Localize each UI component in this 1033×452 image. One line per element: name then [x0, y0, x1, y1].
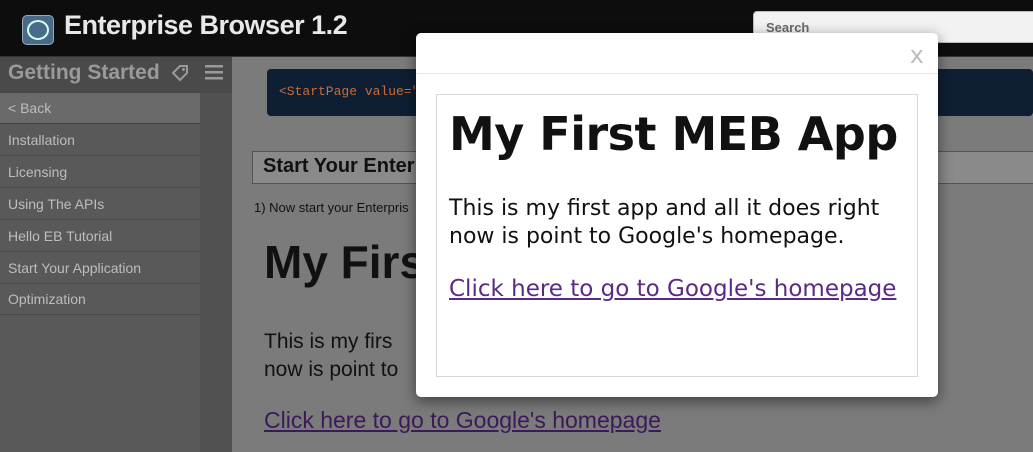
preview-frame: My First MEB App This is my first app an… [436, 94, 918, 377]
modal-header: x [416, 33, 938, 74]
sidebar-title: Getting Started [8, 61, 160, 84]
enterprise-browser-logo-icon [22, 15, 54, 45]
close-button[interactable]: x [910, 41, 924, 69]
sidebar-item-using-the-apis[interactable]: Using The APIs [0, 189, 200, 220]
code-snippet: <StartPage value="f [279, 84, 428, 99]
app-title: Enterprise Browser 1.2 [64, 10, 348, 40]
sidebar-gutter [200, 93, 232, 452]
background-heading: My Firs [264, 236, 426, 288]
hamburger-menu-icon[interactable] [205, 63, 223, 83]
sidebar-item-licensing[interactable]: Licensing [0, 157, 200, 188]
background-google-link[interactable]: Click here to go to Google's homepage [264, 407, 661, 434]
back-link[interactable]: < Back [0, 93, 200, 124]
step-text: 1) Now start your Enterpris [254, 200, 409, 215]
preview-modal: x My First MEB App This is my first app … [416, 33, 938, 397]
tag-icon[interactable] [170, 63, 190, 83]
google-homepage-link[interactable]: Click here to go to Google's homepage [449, 276, 896, 302]
sidebar-item-start-your-application[interactable]: Start Your Application [0, 253, 200, 284]
sidebar-item-installation[interactable]: Installation [0, 125, 200, 156]
preview-paragraph: This is my first app and all it does rig… [449, 196, 880, 249]
preview-heading: My First MEB App [449, 107, 898, 161]
sidebar: Getting Started < Back Installation Lice… [0, 57, 232, 452]
sidebar-item-optimization[interactable]: Optimization [0, 284, 200, 315]
sidebar-header: Getting Started [0, 57, 232, 93]
sidebar-item-hello-eb-tutorial[interactable]: Hello EB Tutorial [0, 221, 200, 252]
